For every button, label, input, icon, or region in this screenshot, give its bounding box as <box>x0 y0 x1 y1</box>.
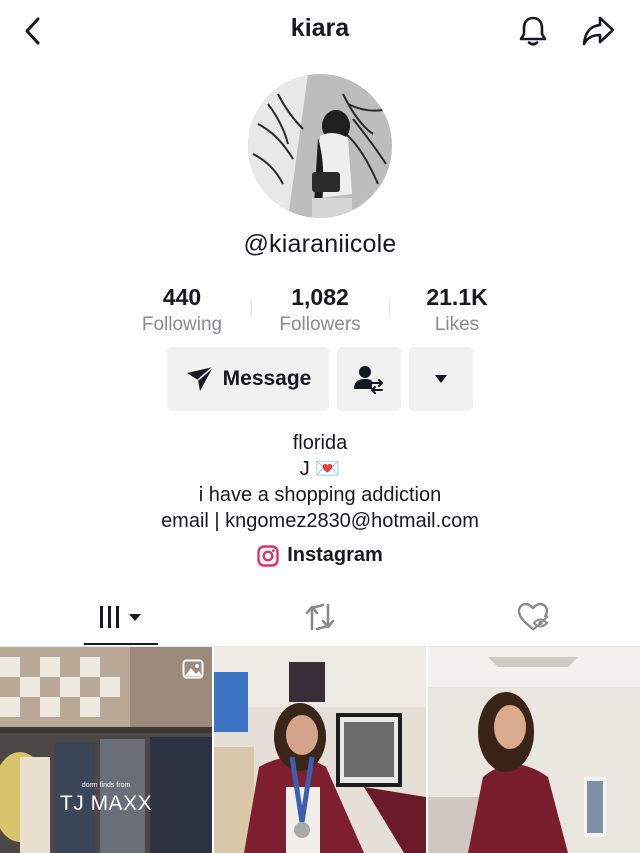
video-thumbnail[interactable] <box>214 647 426 853</box>
heart-hidden-icon <box>517 602 549 631</box>
video-thumbnail[interactable] <box>428 647 640 853</box>
tab-videos[interactable] <box>14 588 227 646</box>
share-icon <box>582 16 615 46</box>
thumbnail-caption: TJ MAXX <box>59 792 153 815</box>
profile-photo <box>248 74 392 218</box>
repost-icon <box>305 603 334 631</box>
tab-reposts[interactable] <box>213 588 426 646</box>
message-button[interactable]: Message <box>167 347 329 411</box>
video-grid: dorm finds from TJ MAXX <box>0 647 640 853</box>
thumbnail-image <box>214 647 426 853</box>
notifications-button[interactable] <box>514 12 552 50</box>
thumbnail-image <box>0 647 212 853</box>
bio-line: email | kngomez2830@hotmail.com <box>161 510 479 532</box>
stat-followers[interactable]: 1,082 Followers <box>250 283 390 339</box>
grid-icon <box>99 606 141 628</box>
stat-label: Following <box>141 314 223 335</box>
thumbnail-caption-small: dorm finds from <box>81 782 131 789</box>
suggested-accounts-button[interactable] <box>337 347 401 411</box>
video-thumbnail[interactable]: dorm finds from TJ MAXX <box>0 647 212 853</box>
active-tab-indicator <box>84 643 158 645</box>
message-button-label: Message <box>222 367 312 390</box>
stat-value: 21.1K <box>426 284 488 310</box>
tab-liked[interactable] <box>426 588 639 646</box>
caret-down-icon <box>435 375 447 383</box>
stat-value: 440 <box>162 284 202 310</box>
stat-value: 1,082 <box>291 284 349 310</box>
user-swap-icon <box>354 366 383 394</box>
more-options-button[interactable] <box>409 347 473 411</box>
share-button[interactable] <box>578 12 618 50</box>
profile-header: kiara <box>0 0 640 60</box>
send-icon <box>186 366 214 391</box>
avatar[interactable] <box>248 74 392 218</box>
bell-icon <box>519 16 547 46</box>
instagram-link[interactable]: Instagram <box>0 544 640 567</box>
instagram-icon <box>257 544 279 567</box>
bio-line: J 💌 <box>299 458 341 480</box>
profile-username: @kiaraniicole <box>243 230 397 258</box>
stat-label: Followers <box>279 314 361 335</box>
stat-following[interactable]: 440 Following <box>112 283 252 339</box>
thumbnail-image <box>428 647 640 853</box>
instagram-link-label: Instagram <box>287 544 383 566</box>
photo-carousel-icon <box>182 659 204 679</box>
stat-label: Likes <box>434 314 480 335</box>
bio-line: florida <box>292 432 348 454</box>
profile-bio: florida J 💌 i have a shopping addiction … <box>0 430 640 534</box>
content-tabs <box>0 588 640 647</box>
stat-likes[interactable]: 21.1K Likes <box>387 283 527 339</box>
bio-line: i have a shopping addiction <box>198 484 442 506</box>
